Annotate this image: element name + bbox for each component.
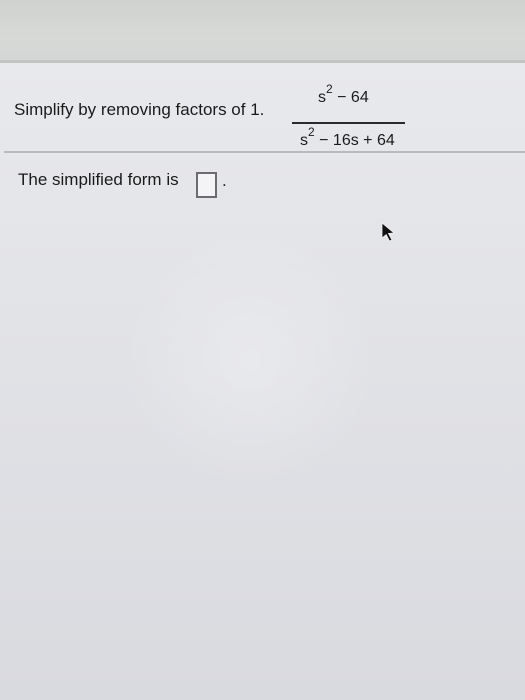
denominator-rest: − 16s + 64 <box>314 132 395 149</box>
question-panel <box>0 63 525 700</box>
numerator-rest: − 64 <box>332 89 369 106</box>
section-divider <box>4 151 525 153</box>
denominator-base: s <box>300 132 308 149</box>
numerator-base: s <box>318 89 326 106</box>
numerator-exponent: 2 <box>326 82 333 96</box>
answer-label: The simplified form is <box>18 170 179 189</box>
top-toolbar-area <box>0 0 525 64</box>
answer-period: . <box>222 171 227 190</box>
answer-input-box[interactable] <box>196 172 217 198</box>
rational-expression: s2 − 64 s2 − 16s + 64 <box>292 82 407 160</box>
question-prompt: Simplify by removing factors of 1. <box>14 100 265 119</box>
mouse-pointer-icon <box>381 222 395 242</box>
fraction-numerator: s2 − 64 <box>318 82 369 107</box>
fraction-bar <box>292 122 405 124</box>
denominator-exponent: 2 <box>308 125 315 139</box>
fraction-denominator: s2 − 16s + 64 <box>300 125 395 150</box>
